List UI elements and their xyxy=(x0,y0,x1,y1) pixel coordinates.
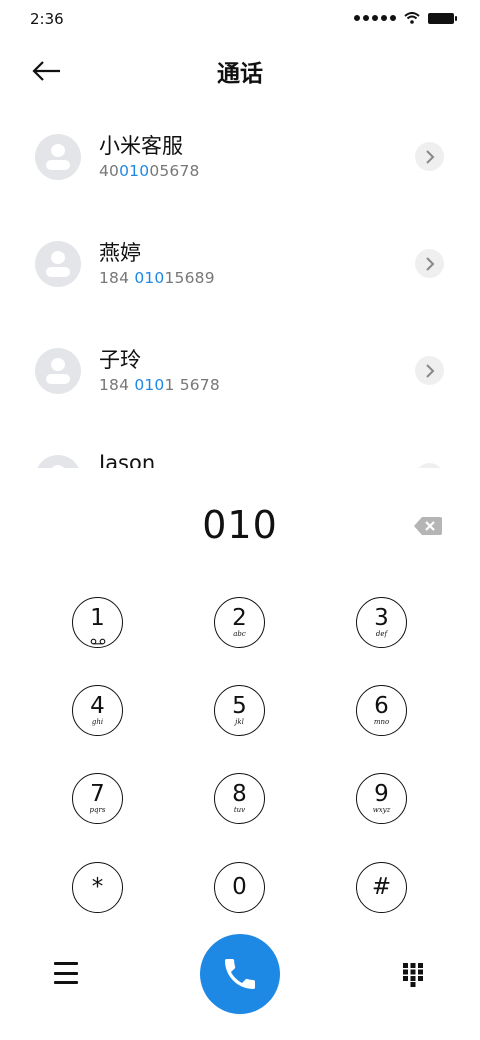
chevron-right-icon xyxy=(425,363,434,378)
contact-list: 小米客服 4001005678 燕婷 184 01015689 子玲 184 0… xyxy=(0,112,480,468)
key-digit: 6 xyxy=(374,693,389,719)
avatar xyxy=(35,348,81,394)
key-letters: def xyxy=(375,630,388,638)
avatar xyxy=(35,241,81,287)
key-letters: wxyz xyxy=(372,806,391,814)
key-1[interactable]: 1 xyxy=(72,597,123,648)
keypad: 1 2 abc 3 def 4 ghi 5 jkl 6 mno 7 pqrs 8… xyxy=(0,595,480,925)
contact-row[interactable]: Jason xyxy=(0,433,480,468)
delete-button[interactable] xyxy=(413,515,443,537)
wifi-icon xyxy=(404,12,420,24)
contact-row[interactable]: 子玲 184 0101 5678 xyxy=(0,326,480,418)
contact-row[interactable]: 燕婷 184 01015689 xyxy=(0,219,480,311)
phone-icon xyxy=(225,959,255,989)
avatar xyxy=(35,455,81,468)
key-letters: mno xyxy=(373,718,390,726)
key-7[interactable]: 7 pqrs xyxy=(72,773,123,824)
key-4[interactable]: 4 ghi xyxy=(72,685,123,736)
key-digit: 0 xyxy=(232,874,247,900)
dialpad-icon xyxy=(403,963,423,987)
key-digit: 8 xyxy=(232,781,247,807)
key-digit: 7 xyxy=(90,781,105,807)
key-star[interactable]: * xyxy=(72,862,123,913)
key-digit: 4 xyxy=(90,693,105,719)
contact-detail-button[interactable] xyxy=(415,249,444,278)
status-time: 2:36 xyxy=(30,10,64,28)
voicemail-icon xyxy=(90,638,105,645)
contact-name: 燕婷 xyxy=(99,241,141,265)
key-3[interactable]: 3 def xyxy=(356,597,407,648)
bottom-bar xyxy=(0,932,480,1018)
key-digit: 1 xyxy=(90,605,105,631)
dialpad-toggle-button[interactable] xyxy=(403,963,423,987)
page-title: 通话 xyxy=(217,61,263,87)
contact-number: 184 01015689 xyxy=(99,269,215,287)
backspace-icon xyxy=(414,517,442,535)
dial-input[interactable]: 010 xyxy=(0,503,480,555)
key-digit: * xyxy=(91,874,104,900)
key-digit: 3 xyxy=(374,605,389,631)
key-5[interactable]: 5 jkl xyxy=(214,685,265,736)
contact-name: 小米客服 xyxy=(99,134,183,158)
key-digit: 9 xyxy=(374,781,389,807)
contact-number: 184 0101 5678 xyxy=(99,376,220,394)
key-letters: ghi xyxy=(91,718,104,726)
key-8[interactable]: 8 tuv xyxy=(214,773,265,824)
key-hash[interactable]: # xyxy=(356,862,407,913)
contact-number: 4001005678 xyxy=(99,162,200,180)
chevron-right-icon xyxy=(425,149,434,164)
contact-detail-button[interactable] xyxy=(415,463,444,468)
contact-detail-button[interactable] xyxy=(415,142,444,171)
key-digit: # xyxy=(371,874,392,900)
key-digit: 5 xyxy=(232,693,247,719)
header: 通话 xyxy=(0,48,480,92)
avatar xyxy=(35,134,81,180)
key-0[interactable]: 0 xyxy=(214,862,265,913)
key-6[interactable]: 6 mno xyxy=(356,685,407,736)
key-letters: jkl xyxy=(235,718,244,726)
status-icons xyxy=(354,12,457,24)
key-2[interactable]: 2 abc xyxy=(214,597,265,648)
call-button[interactable] xyxy=(200,934,280,1014)
battery-icon xyxy=(428,12,457,24)
contact-name: 子玲 xyxy=(99,348,141,372)
contact-name: Jason xyxy=(99,451,156,468)
contact-detail-button[interactable] xyxy=(415,356,444,385)
key-9[interactable]: 9 wxyz xyxy=(356,773,407,824)
status-bar: 2:36 xyxy=(0,0,480,38)
key-letters: abc xyxy=(233,630,246,638)
signal-dots-icon xyxy=(354,15,396,21)
key-letters: pqrs xyxy=(89,806,106,814)
hamburger-menu-icon[interactable] xyxy=(54,962,78,984)
key-digit: 2 xyxy=(232,605,247,631)
key-letters: tuv xyxy=(233,806,246,814)
chevron-right-icon xyxy=(425,256,434,271)
contact-row[interactable]: 小米客服 4001005678 xyxy=(0,112,480,204)
